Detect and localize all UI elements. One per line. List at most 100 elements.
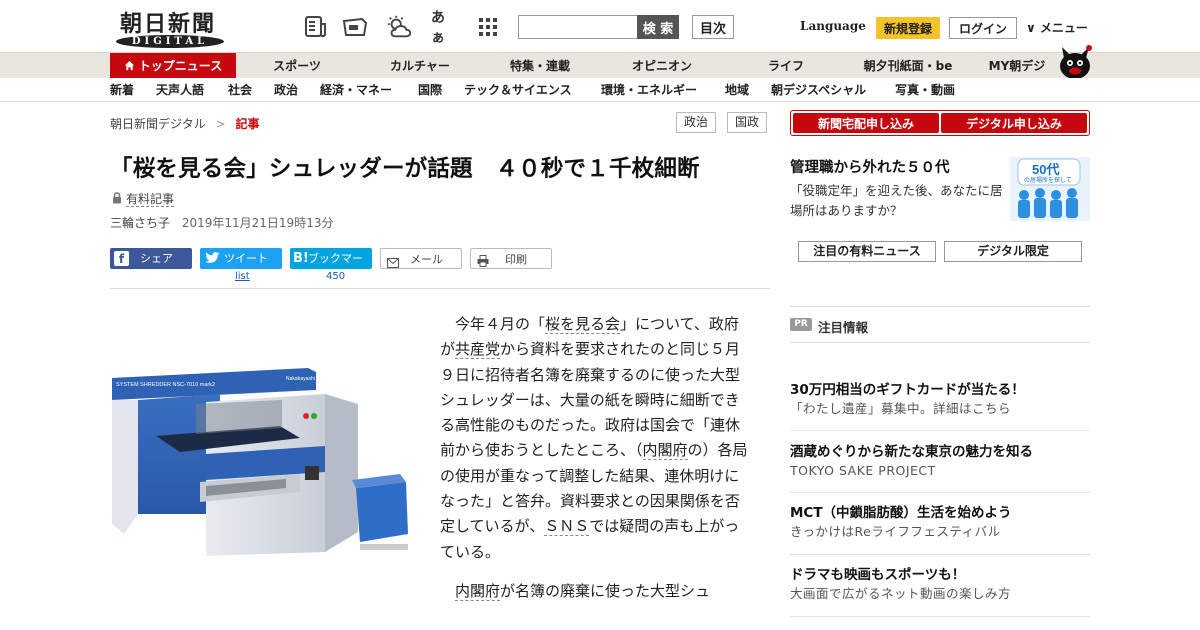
pr-item[interactable]: 酒蔵めぐりから新たな東京の魅力を知る TOKYO SAKE PROJECT — [790, 443, 1090, 481]
coupon-icon[interactable] — [342, 14, 368, 40]
mascot-icon[interactable] — [1056, 42, 1094, 80]
nav-photo-video[interactable]: 写真・動画 — [895, 78, 955, 102]
tab-paid-news[interactable]: 注目の有料ニュース — [798, 241, 936, 262]
pr-divider — [790, 430, 1090, 431]
menu-button[interactable]: ∨ メニュー — [1026, 19, 1088, 36]
subscribe-digital-button[interactable]: デジタル申し込み — [941, 113, 1087, 133]
login-button[interactable]: ログイン — [949, 17, 1017, 39]
term-link-cabinet-office[interactable]: 内閣府 — [642, 441, 688, 461]
pr-item[interactable]: MCT（中鎖脂肪酸）生活を始めよう きっかけはReライフフェスティバル — [790, 504, 1090, 542]
photo-label: SYSTEM SHREDDER NSC-7010 mark2 — [116, 382, 215, 388]
nav-life[interactable]: ライフ — [756, 53, 816, 79]
pr-item[interactable]: 30万円相当のギフトカードが当たる！ 「わたし遺産」募集中。詳細はこちら — [790, 381, 1090, 419]
hatena-count[interactable]: 450 — [326, 271, 345, 282]
pr-divider — [790, 616, 1090, 617]
nav-latest[interactable]: 新着 — [110, 78, 134, 102]
subscribe-box: 新聞宅配申し込み デジタル申し込み — [790, 110, 1090, 136]
breadcrumb-separator: > — [215, 117, 226, 131]
nav-politics[interactable]: 政治 — [274, 78, 298, 102]
pr-badge: PR — [790, 318, 812, 331]
tab-digital-only[interactable]: デジタル限定 — [944, 241, 1082, 262]
nav-sports[interactable]: スポーツ — [262, 53, 332, 79]
site-header: 朝日新聞 DIGITAL あぁ 検 索 目次 Language 新規登録 ログイ… — [0, 0, 1200, 52]
nav-my-asadigi[interactable]: MY朝デジ — [982, 53, 1052, 79]
toc-button[interactable]: 目次 — [692, 15, 734, 39]
term-link-sakura[interactable]: 桜を見る会 — [545, 315, 621, 334]
article-title: 「桜を見る会」シュレッダーが話題 ４０秒で１千枚細断 — [110, 156, 700, 182]
pr-heading: 注目情報 — [818, 320, 869, 335]
nav-tensei-jingo[interactable]: 天声人語 — [156, 78, 204, 102]
facebook-share-button[interactable]: f シェア — [110, 248, 192, 269]
tag-national[interactable]: 国政 — [727, 112, 768, 133]
register-button[interactable]: 新規登録 — [876, 17, 940, 39]
mail-icon — [387, 254, 399, 275]
nav-region[interactable]: 地域 — [725, 78, 749, 102]
pr-divider — [790, 492, 1090, 493]
hatena-icon: B! — [293, 251, 309, 266]
mail-share-button[interactable]: メール — [380, 248, 462, 269]
nav-society[interactable]: 社会 — [228, 78, 252, 102]
nav-opinion[interactable]: オピニオン — [622, 53, 702, 79]
pr-heading-divider — [790, 342, 1090, 343]
promo-text[interactable]: 「役職定年」を迎えた後、あなたに居場所はありますか？ — [790, 181, 1005, 221]
facebook-icon: f — [114, 251, 129, 266]
home-icon — [124, 54, 135, 80]
nav-environment[interactable]: 環境・エネルギー — [601, 78, 697, 102]
search-input[interactable] — [518, 15, 638, 39]
article-body: 今年４月の「桜を見る会」について、政府が共産党から資料を要求されたのと同じ５月９… — [440, 312, 752, 618]
print-icon — [477, 253, 489, 274]
pr-divider — [790, 554, 1090, 555]
site-logo[interactable]: 朝日新聞 DIGITAL — [110, 6, 228, 48]
pr-item-sub: 大画面で広がるネット動画の楽しみ方 — [790, 586, 1012, 601]
breadcrumb: 朝日新聞デジタル > 記事 — [110, 115, 260, 132]
font-size-icon[interactable]: あぁ — [431, 10, 457, 46]
nav-international[interactable]: 国際 — [418, 78, 442, 102]
nav-tech-science[interactable]: テック＆サイエンス — [464, 78, 572, 102]
pr-item-title: MCT（中鎖脂肪酸）生活を始めよう — [790, 505, 1012, 521]
language-link[interactable]: Language — [800, 19, 866, 33]
promo-image[interactable]: 50代 の居場所を探して — [1010, 157, 1090, 221]
breadcrumb-root[interactable]: 朝日新聞デジタル — [110, 117, 206, 131]
newspaper-icon[interactable] — [302, 14, 328, 40]
nav-special[interactable]: 朝デジスペシャル — [771, 78, 866, 102]
publish-date: 2019年11月21日19時13分 — [181, 216, 334, 230]
tag-politics[interactable]: 政治 — [676, 112, 717, 133]
author-name: 三輪さち子 — [110, 216, 171, 230]
nav-culture[interactable]: カルチャー — [380, 53, 460, 79]
term-link-sns[interactable]: ＳＮＳ — [544, 517, 590, 537]
twitter-share-label: ツイート — [224, 252, 268, 265]
byline: 三輪さち子 2019年11月21日19時13分 — [110, 214, 333, 231]
nav-top-news[interactable]: トップニュース — [110, 53, 236, 79]
nav-economy[interactable]: 経済・マネー — [320, 78, 392, 102]
article-photo[interactable]: SYSTEM SHREDDER NSC-7010 mark2 Nakabayas… — [110, 364, 410, 556]
article-paragraph: 今年４月の「桜を見る会」について、政府が共産党から資料を要求されたのと同じ５月９… — [440, 312, 752, 565]
pr-item-title: 30万円相当のギフトカードが当たる！ — [790, 382, 1025, 398]
twitter-count[interactable]: list — [235, 271, 250, 282]
promo-image-text: 50代 — [1032, 162, 1059, 177]
article-paragraph: 内閣府が名簿の廃棄に使った大型シュ — [440, 579, 752, 604]
pr-item-title: ドラマも映画もスポーツも！ — [790, 567, 966, 583]
print-button[interactable]: 印刷 — [470, 248, 552, 269]
paid-article-text: 有料記事 — [126, 192, 175, 207]
mail-share-label: メール — [410, 253, 443, 266]
hatena-bookmark-button[interactable]: B! ブックマーク — [290, 248, 372, 286]
pr-item[interactable]: ドラマも映画もスポーツも！ 大画面で広がるネット動画の楽しみ方 — [790, 566, 1090, 604]
weather-icon[interactable] — [386, 14, 412, 40]
term-link-jcp[interactable]: 共産党 — [455, 340, 501, 360]
sub-nav: 新着 天声人語 社会 政治 経済・マネー 国際 テック＆サイエンス 環境・エネル… — [0, 78, 1200, 102]
paid-article-label[interactable]: 有料記事 — [112, 190, 175, 207]
promo-title[interactable]: 管理職から外れた５０代 — [790, 156, 950, 177]
print-label: 印刷 — [505, 253, 527, 266]
breadcrumb-current: 記事 — [235, 117, 260, 131]
nav-features[interactable]: 特集・連載 — [500, 53, 580, 79]
twitter-share-button[interactable]: ツイート — [200, 248, 282, 269]
pr-item-sub: きっかけはReライフフェスティバル — [790, 524, 1001, 539]
main-nav: トップニュース スポーツ カルチャー 特集・連載 オピニオン ライフ 朝夕刊紙面… — [0, 52, 1200, 79]
grid-icon[interactable] — [475, 14, 501, 40]
term-link-cabinet-office[interactable]: 内閣府 — [455, 581, 501, 601]
nav-newspaper[interactable]: 朝夕刊紙面・be — [855, 53, 961, 79]
subscribe-paper-button[interactable]: 新聞宅配申し込み — [793, 113, 939, 133]
search-button[interactable]: 検 索 — [637, 15, 679, 39]
logo-kanji: 朝日新聞 — [120, 11, 217, 37]
photo-brand: Nakabayashi — [286, 376, 315, 382]
